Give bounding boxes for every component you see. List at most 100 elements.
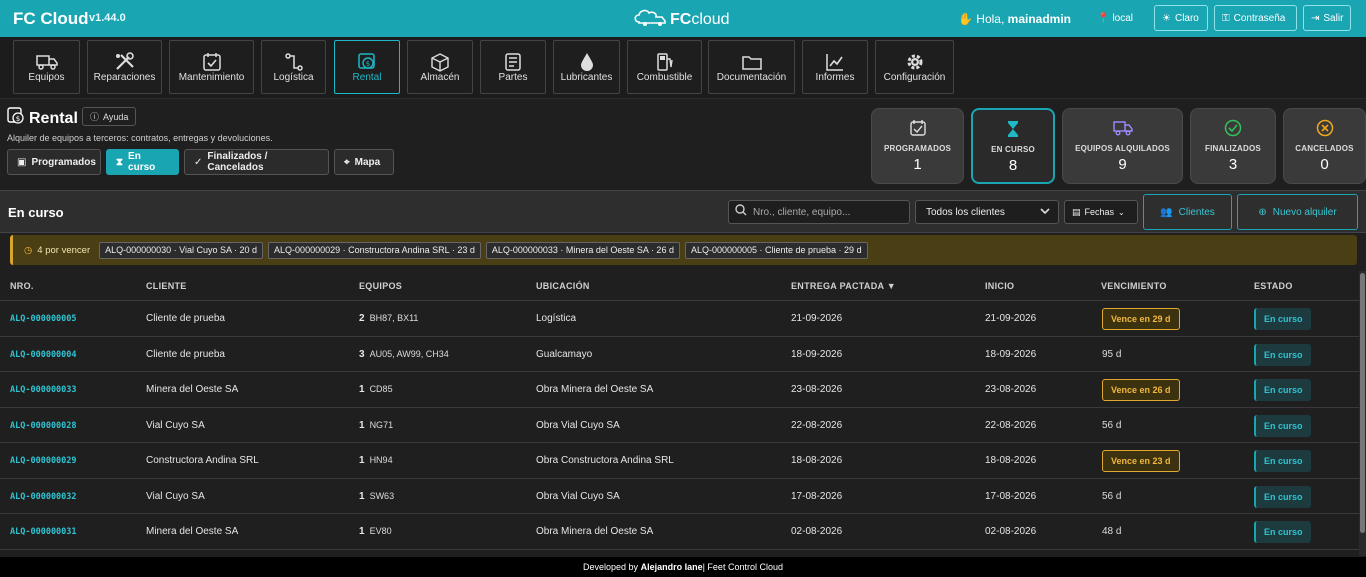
tab-label: En curso bbox=[128, 151, 156, 173]
stat-label: CANCELADOS bbox=[1295, 144, 1354, 153]
start-date: 22-08-2026 bbox=[985, 419, 1037, 431]
tab-en-curso[interactable]: ⧗ En curso bbox=[106, 149, 179, 175]
col-cliente[interactable]: CLIENTE bbox=[146, 281, 187, 291]
logout-button[interactable]: ⇥ Salir bbox=[1303, 5, 1351, 31]
tab-programados[interactable]: ▣ Programados bbox=[7, 149, 101, 175]
table-row[interactable]: ALQ-000000032 Vial Cuyo SA 1 SW63 Obra Vi… bbox=[0, 479, 1359, 514]
clients-button[interactable]: 👥 Clientes bbox=[1143, 194, 1232, 230]
module-equipos[interactable]: Equipos bbox=[13, 40, 80, 94]
equipment-count: 1 bbox=[359, 419, 365, 431]
rental-number-link[interactable]: ALQ-000000029 bbox=[10, 456, 77, 466]
search-input[interactable] bbox=[753, 206, 903, 218]
rental-number-link[interactable]: ALQ-000000032 bbox=[10, 492, 77, 502]
module-configuracion[interactable]: Configuración bbox=[875, 40, 954, 94]
stat-equipos-alquilados[interactable]: EQUIPOS ALQUILADOS 9 bbox=[1062, 108, 1183, 184]
start-date: 02-08-2026 bbox=[985, 526, 1037, 537]
map-pin-icon: ⌖ bbox=[344, 156, 350, 168]
client-filter-select[interactable]: Todos los clientes bbox=[915, 200, 1059, 224]
col-entrega-pactada[interactable]: ENTREGA PACTADA ▼ bbox=[791, 281, 896, 291]
col-ubicacion[interactable]: UBICACIÓN bbox=[536, 281, 590, 291]
user-name: mainadmin bbox=[1007, 12, 1072, 26]
col-equipos[interactable]: EQUIPOS bbox=[359, 281, 402, 291]
col-inicio[interactable]: INICIO bbox=[985, 281, 1014, 291]
expiring-chip[interactable]: ALQ-000000029 · Constructora Andina SRL … bbox=[268, 241, 481, 259]
expiring-chip[interactable]: ALQ-000000030 · Vial Cuyo SA · 20 d bbox=[99, 241, 264, 259]
module-almacen[interactable]: Almacén bbox=[407, 40, 473, 94]
stat-en-curso[interactable]: EN CURSO 8 bbox=[971, 108, 1055, 184]
dates-label: Fechas bbox=[1084, 207, 1115, 217]
key-icon: ⚿ bbox=[1222, 12, 1230, 24]
scrollbar-thumb[interactable] bbox=[1360, 273, 1365, 533]
password-label: Contraseña bbox=[1233, 12, 1286, 24]
module-combustible[interactable]: Combustible bbox=[627, 40, 702, 94]
chevron-down-icon: ⌄ bbox=[1118, 207, 1125, 217]
module-partes[interactable]: Partes bbox=[480, 40, 546, 94]
chart-line-icon bbox=[824, 52, 846, 72]
module-documentacion[interactable]: Documentación bbox=[708, 40, 795, 94]
client-name: Vial Cuyo SA bbox=[146, 419, 205, 431]
expiry-days: 56 d bbox=[1102, 419, 1122, 431]
stat-cancelados[interactable]: CANCELADOS 0 bbox=[1283, 108, 1366, 184]
client-name: Minera del Oeste SA bbox=[146, 384, 239, 395]
module-informes[interactable]: Informes bbox=[802, 40, 868, 94]
tools-icon bbox=[114, 52, 136, 72]
col-nro[interactable]: NRO. bbox=[10, 281, 34, 291]
table-row[interactable]: ALQ-000000005 Cliente de prueba 2 BH87, B… bbox=[0, 301, 1359, 337]
agreed-delivery-date: 18-08-2026 bbox=[791, 455, 843, 466]
alert-count-text: 4 por vencer bbox=[37, 244, 91, 256]
expiry-days: 56 d bbox=[1102, 490, 1122, 502]
module-lubricantes[interactable]: Lubricantes bbox=[553, 40, 620, 94]
stat-label: EN CURSO bbox=[991, 145, 1035, 154]
rental-number-link[interactable]: ALQ-000000028 bbox=[10, 421, 77, 431]
stat-finalizados[interactable]: FINALIZADOS 3 bbox=[1190, 108, 1276, 184]
gear-icon bbox=[904, 52, 926, 72]
equipment-codes: SW63 bbox=[369, 490, 395, 501]
logo-fc-text: FC bbox=[670, 10, 692, 28]
module-rental[interactable]: $ Rental bbox=[334, 40, 400, 94]
check-circle-icon: ✓ bbox=[194, 156, 203, 168]
module-label: Combustible bbox=[636, 72, 693, 83]
tab-finalizados-cancelados[interactable]: ✓ Finalizados / Cancelados bbox=[184, 149, 329, 175]
agreed-delivery-date: 23-08-2026 bbox=[791, 384, 843, 395]
module-label: Logística bbox=[273, 72, 314, 83]
col-vencimiento[interactable]: VENCIMIENTO bbox=[1101, 281, 1167, 291]
equipment-cell: 3 AU05, AW99, CH34 bbox=[359, 349, 449, 360]
equipment-count: 3 bbox=[359, 348, 365, 360]
module-mantenimiento[interactable]: Mantenimiento bbox=[169, 40, 254, 94]
help-button[interactable]: ⓘ Ayuda bbox=[82, 107, 137, 126]
password-button[interactable]: ⚿ Contraseña bbox=[1214, 5, 1297, 31]
parts-list-icon bbox=[502, 52, 524, 72]
table-body: ALQ-000000005 Cliente de prueba 2 BH87, B… bbox=[0, 301, 1359, 550]
table-row[interactable]: ALQ-000000004 Cliente de prueba 3 AU05, A… bbox=[0, 337, 1359, 372]
tab-mapa[interactable]: ⌖ Mapa bbox=[334, 149, 394, 175]
expiry-warning-badge: Vence en 26 d bbox=[1102, 379, 1180, 401]
table-scrollbar[interactable] bbox=[1359, 271, 1366, 556]
table-row[interactable]: ALQ-000000028 Vial Cuyo SA 1 NG71 Obra Vi… bbox=[0, 408, 1359, 443]
equipment-cell: 1 HN94 bbox=[359, 455, 393, 466]
equipment-codes: HN94 bbox=[369, 455, 393, 465]
status-badge: En curso bbox=[1254, 485, 1311, 508]
module-label: Reparaciones bbox=[93, 72, 156, 83]
truck-icon bbox=[35, 52, 58, 72]
stat-programados[interactable]: PROGRAMADOS 1 bbox=[871, 108, 964, 184]
new-rental-button[interactable]: ⊕ Nuevo alquiler bbox=[1237, 194, 1358, 230]
module-logistica[interactable]: Logística bbox=[261, 40, 326, 94]
rental-number-link[interactable]: ALQ-000000033 bbox=[10, 385, 77, 395]
col-estado[interactable]: ESTADO bbox=[1254, 281, 1293, 291]
module-reparaciones[interactable]: Reparaciones bbox=[87, 40, 162, 94]
table-row[interactable]: ALQ-000000031 Minera del Oeste SA 1 EV80 … bbox=[0, 514, 1359, 550]
dates-filter-button[interactable]: ▤ Fechas ⌄ bbox=[1064, 200, 1138, 224]
expiring-chip[interactable]: ALQ-000000033 · Minera del Oeste SA · 26… bbox=[485, 241, 680, 259]
rental-number-link[interactable]: ALQ-000000005 bbox=[10, 314, 77, 324]
rental-number-link[interactable]: ALQ-000000004 bbox=[10, 350, 77, 360]
theme-toggle-button[interactable]: ☀ Claro bbox=[1154, 5, 1208, 31]
user-greeting: ✋ Hola, mainadmin bbox=[958, 12, 1071, 26]
footer-author: Alejandro Iane bbox=[640, 562, 703, 572]
equipment-cell: 2 BH87, BX11 bbox=[359, 313, 418, 324]
table-row[interactable]: ALQ-000000033 Minera del Oeste SA 1 CD85 … bbox=[0, 372, 1359, 408]
agreed-delivery-date: 18-09-2026 bbox=[791, 348, 843, 360]
truck-icon bbox=[1112, 119, 1133, 137]
rental-number-link[interactable]: ALQ-000000031 bbox=[10, 527, 77, 537]
table-row[interactable]: ALQ-000000029 Constructora Andina SRL 1H… bbox=[0, 443, 1359, 479]
expiring-chip[interactable]: ALQ-000000005 · Cliente de prueba · 29 d bbox=[684, 241, 868, 259]
